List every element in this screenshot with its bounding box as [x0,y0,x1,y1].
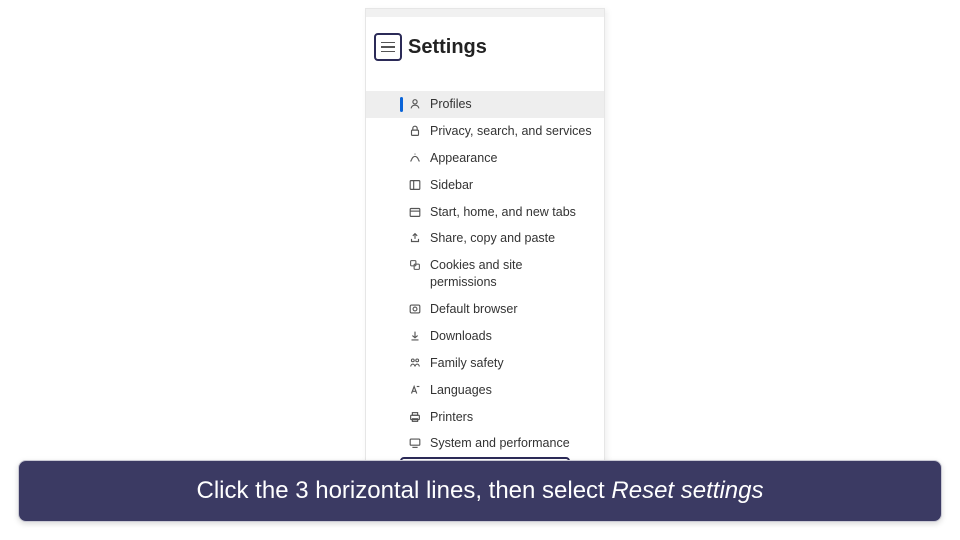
nav-label: Appearance [408,150,501,167]
nav-label: Start, home, and new tabs [408,204,580,221]
caption-prefix: Click the 3 horizontal lines, then selec… [197,477,612,504]
system-icon [408,436,422,450]
nav-item-sidebar[interactable]: Sidebar [366,172,604,199]
nav-item-privacy[interactable]: Privacy, search, and services [366,118,604,145]
settings-nav: Profiles Privacy, search, and services A… [366,91,604,517]
nav-item-default-browser[interactable]: Default browser [366,296,604,323]
printer-icon [408,410,422,424]
lock-icon [408,124,422,138]
nav-item-profiles[interactable]: Profiles [366,91,604,118]
hamburger-icon [381,42,395,44]
nav-item-share[interactable]: Share, copy and paste [366,225,604,252]
nav-item-cookies[interactable]: Cookies and site permissions [366,252,604,296]
nav-label: Cookies and site permissions [408,257,596,291]
nav-item-appearance[interactable]: Appearance [366,145,604,172]
nav-label: Privacy, search, and services [408,123,596,140]
nav-item-system[interactable]: System and performance [366,430,604,457]
share-icon [408,231,422,245]
nav-label: Default browser [408,301,522,318]
family-icon [408,356,422,370]
languages-icon [408,383,422,397]
appearance-icon [408,151,422,165]
download-icon [408,329,422,343]
settings-panel: Settings Profiles Privacy, search, and s… [365,8,605,468]
nav-item-printers[interactable]: Printers [366,404,604,431]
page-title: Settings [408,36,487,59]
hamburger-button[interactable] [374,33,402,61]
browser-icon [408,302,422,316]
profile-icon [408,97,422,111]
nav-item-languages[interactable]: Languages [366,377,604,404]
cookies-icon [408,258,422,272]
tab-icon [408,205,422,219]
nav-item-start[interactable]: Start, home, and new tabs [366,199,604,226]
nav-label: Share, copy and paste [408,230,559,247]
caption-emphasis: Reset settings [611,477,763,504]
nav-item-downloads[interactable]: Downloads [366,323,604,350]
nav-label: Family safety [408,355,508,372]
instruction-caption: Click the 3 horizontal lines, then selec… [18,460,942,522]
settings-header: Settings [374,33,487,61]
nav-item-family[interactable]: Family safety [366,350,604,377]
panel-topbar [366,9,604,17]
nav-label: System and performance [408,435,574,452]
sidebar-icon [408,178,422,192]
